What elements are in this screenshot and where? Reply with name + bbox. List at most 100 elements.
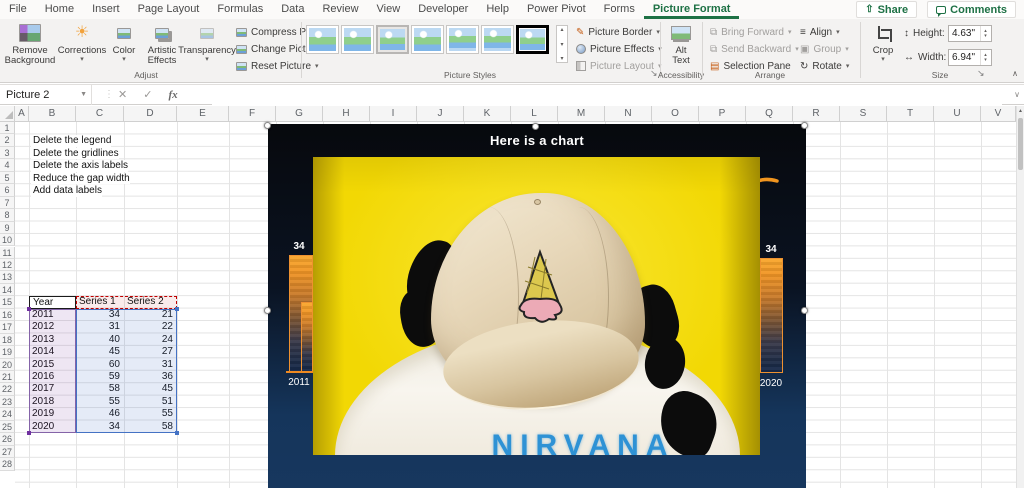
- align-button[interactable]: ≡ Align ▾: [800, 24, 840, 40]
- photo-cap-person[interactable]: NIRVANA: [313, 157, 760, 455]
- picture-style-thumb-2[interactable]: [341, 25, 374, 54]
- cell-instruction-4[interactable]: Delete the axis labels: [31, 160, 128, 171]
- row-header-8[interactable]: 8: [0, 209, 15, 221]
- cell-instruction-2[interactable]: Delete the legend: [31, 135, 111, 146]
- picture-style-thumb-4[interactable]: [411, 25, 444, 54]
- gallery-down-icon[interactable]: ▾: [560, 41, 563, 48]
- cell-instruction-5[interactable]: Reduce the gap width: [31, 173, 130, 184]
- row-header-25[interactable]: 25: [0, 421, 15, 433]
- tab-review[interactable]: Review: [313, 0, 367, 19]
- column-header-T[interactable]: T: [887, 106, 934, 122]
- row-header-15[interactable]: 15: [0, 296, 15, 308]
- column-header-V[interactable]: V: [981, 106, 1016, 122]
- table-header-year[interactable]: Year: [29, 296, 76, 308]
- row-header-26[interactable]: 26: [0, 433, 15, 445]
- crop-button[interactable]: Crop ▾: [866, 22, 900, 72]
- row-header-21[interactable]: 21: [0, 371, 15, 383]
- tab-developer[interactable]: Developer: [409, 0, 477, 19]
- share-button[interactable]: ⇧ Share: [856, 1, 917, 18]
- selection-handle-top-right[interactable]: [801, 122, 808, 129]
- tab-forms[interactable]: Forms: [595, 0, 644, 19]
- column-header-R[interactable]: R: [793, 106, 840, 122]
- cell-instruction-3[interactable]: Delete the gridlines: [31, 148, 119, 159]
- column-header-C[interactable]: C: [76, 106, 124, 122]
- picture-style-thumb-1[interactable]: [306, 25, 339, 54]
- rotate-button[interactable]: ↻ Rotate ▾: [800, 58, 849, 74]
- reset-picture-button[interactable]: Reset Picture ▾: [236, 58, 319, 74]
- row-header-6[interactable]: 6: [0, 184, 15, 196]
- column-header-D[interactable]: D: [124, 106, 177, 122]
- remove-background-button[interactable]: Remove Background: [4, 22, 56, 72]
- gallery-more-icon[interactable]: ▾: [560, 55, 563, 62]
- picture-style-thumb-3[interactable]: [376, 25, 409, 54]
- enter-icon[interactable]: ✓: [143, 85, 152, 105]
- column-header-H[interactable]: H: [323, 106, 370, 122]
- scrollbar-thumb[interactable]: [1018, 118, 1023, 170]
- selection-corner-handle[interactable]: [175, 307, 179, 311]
- bar-2011-series2[interactable]: [301, 302, 313, 372]
- selection-corner-handle[interactable]: [27, 307, 31, 311]
- tab-formulas[interactable]: Formulas: [208, 0, 272, 19]
- column-header-F[interactable]: F: [229, 106, 276, 122]
- color-button[interactable]: Color ▾: [106, 22, 142, 72]
- row-header-19[interactable]: 19: [0, 346, 15, 358]
- tab-help[interactable]: Help: [477, 0, 518, 19]
- row-header-9[interactable]: 9: [0, 222, 15, 234]
- column-header-Q[interactable]: Q: [746, 106, 793, 122]
- cell-instruction-6[interactable]: Add data labels: [31, 185, 102, 196]
- bar-2020-series1[interactable]: [760, 258, 783, 373]
- tab-picture-format[interactable]: Picture Format: [644, 0, 740, 19]
- comments-button[interactable]: Comments: [927, 1, 1016, 18]
- vertical-scrollbar[interactable]: ▲: [1016, 106, 1024, 488]
- column-header-P[interactable]: P: [699, 106, 746, 122]
- selection-corner-handle[interactable]: [27, 431, 31, 435]
- scroll-up-icon[interactable]: ▲: [1017, 106, 1024, 117]
- column-header-O[interactable]: O: [652, 106, 699, 122]
- row-header-24[interactable]: 24: [0, 408, 15, 420]
- gallery-scrollbar[interactable]: ▴▾▾: [556, 25, 568, 63]
- row-header-23[interactable]: 23: [0, 396, 15, 408]
- row-header-5[interactable]: 5: [0, 172, 15, 184]
- selection-handle-mid-right[interactable]: [801, 307, 808, 314]
- row-header-7[interactable]: 7: [0, 197, 15, 209]
- column-header-I[interactable]: I: [370, 106, 417, 122]
- row-header-3[interactable]: 3: [0, 147, 15, 159]
- column-header-B[interactable]: B: [29, 106, 76, 122]
- corrections-button[interactable]: ☀ Corrections ▾: [58, 22, 106, 72]
- tab-view[interactable]: View: [368, 0, 410, 19]
- tab-home[interactable]: Home: [36, 0, 83, 19]
- column-header-A[interactable]: A: [15, 106, 29, 122]
- row-header-12[interactable]: 12: [0, 259, 15, 271]
- row-header-4[interactable]: 4: [0, 159, 15, 171]
- selection-corner-handle[interactable]: [175, 431, 179, 435]
- picture-style-thumb-6[interactable]: [481, 25, 514, 54]
- column-header-S[interactable]: S: [840, 106, 887, 122]
- tab-data[interactable]: Data: [272, 0, 313, 19]
- column-header-L[interactable]: L: [511, 106, 558, 122]
- row-header-2[interactable]: 2: [0, 134, 15, 146]
- tab-page-layout[interactable]: Page Layout: [129, 0, 209, 19]
- column-header-E[interactable]: E: [177, 106, 229, 122]
- artistic-effects-button[interactable]: Artistic Effects: [142, 22, 182, 72]
- height-spinner[interactable]: ▴▾: [980, 26, 990, 41]
- picture-style-thumb-5[interactable]: [446, 25, 479, 54]
- column-header-J[interactable]: J: [417, 106, 464, 122]
- row-header-1[interactable]: 1: [0, 122, 15, 134]
- column-header-U[interactable]: U: [934, 106, 981, 122]
- name-box-dropdown-icon[interactable]: ▼: [80, 85, 87, 105]
- column-header-G[interactable]: G: [276, 106, 323, 122]
- row-header-22[interactable]: 22: [0, 383, 15, 395]
- select-all-corner[interactable]: [0, 106, 15, 122]
- row-header-16[interactable]: 16: [0, 309, 15, 321]
- picture-effects-button[interactable]: Picture Effects ▾: [576, 41, 662, 57]
- name-box[interactable]: Picture 2 ▼: [0, 85, 92, 105]
- row-header-13[interactable]: 13: [0, 271, 15, 283]
- picture-style-thumb-7[interactable]: [516, 25, 549, 54]
- column-header-N[interactable]: N: [605, 106, 652, 122]
- collapse-ribbon-icon[interactable]: ∧: [1012, 69, 1018, 78]
- tab-file[interactable]: File: [0, 0, 36, 19]
- row-header-11[interactable]: 11: [0, 247, 15, 259]
- row-header-10[interactable]: 10: [0, 234, 15, 246]
- formula-input[interactable]: [212, 85, 1002, 105]
- tab-insert[interactable]: Insert: [83, 0, 129, 19]
